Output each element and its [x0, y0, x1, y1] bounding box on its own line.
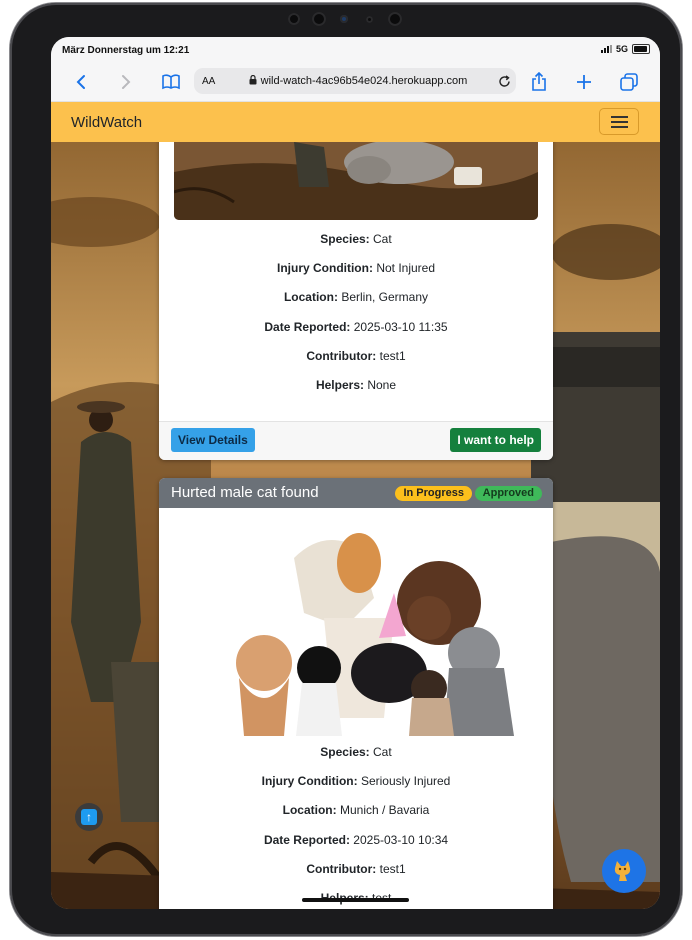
- species-value: Cat: [373, 232, 392, 246]
- report-card: Hurted male cat found In Progress Approv…: [159, 478, 553, 909]
- location-value: Munich / Bavaria: [339, 803, 430, 818]
- signal-icon: [600, 45, 612, 53]
- camera-dot: [288, 13, 300, 25]
- address-bar[interactable]: AA wild-watch-4ac96b54e024.herokuapp.com: [194, 68, 516, 94]
- contributor-label: Contributor:: [306, 348, 377, 363]
- report-details: Species: Cat Injury Condition: Seriously…: [159, 744, 553, 909]
- date-row: Date Reported: 2025-03-10 10:34: [159, 832, 553, 861]
- navbar-brand[interactable]: WildWatch: [71, 114, 142, 131]
- navbar: WildWatch: [51, 102, 660, 142]
- hamburger-icon[interactable]: [599, 108, 639, 135]
- pets-group-illustration: [236, 533, 514, 736]
- chat-button[interactable]: [602, 849, 646, 893]
- status-bar: März Donnerstag um 12:21 5G: [51, 37, 660, 63]
- share-icon[interactable]: [527, 70, 551, 94]
- url-text: wild-watch-4ac96b54e024.herokuapp.com: [224, 74, 492, 87]
- species-label: Species:: [320, 232, 370, 246]
- date-label: Date Reported:: [263, 832, 350, 847]
- arrow-up-icon: ↑: [81, 809, 97, 825]
- helpers-value: None: [367, 377, 397, 392]
- screen: März Donnerstag um 12:21 5G AA wild-watc…: [51, 37, 660, 909]
- location-value: Berlin, Germany: [341, 290, 429, 305]
- contributor-row: Contributor: test1: [159, 348, 553, 377]
- location-row: Location: Berlin, Germany: [159, 289, 553, 318]
- tabs-icon[interactable]: [617, 70, 641, 94]
- date-value: 2025-03-10 10:34: [353, 832, 449, 847]
- report-details: Species: Cat Injury Condition: Not Injur…: [159, 231, 553, 406]
- camera-dot: [366, 16, 373, 23]
- want-to-help-button[interactable]: I want to help: [450, 428, 541, 452]
- date-row: Date Reported: 2025-03-10 11:35: [159, 319, 553, 348]
- camera-lens: [388, 12, 402, 26]
- injury-value: Seriously Injured: [360, 774, 451, 789]
- tablet-frame: März Donnerstag um 12:21 5G AA wild-watc…: [10, 3, 682, 936]
- injury-label: Injury Condition:: [261, 774, 358, 789]
- lock-icon: [249, 74, 257, 85]
- camera-lens: [312, 12, 326, 26]
- view-details-button[interactable]: View Details: [171, 428, 255, 452]
- bookmarks-icon[interactable]: [159, 70, 183, 94]
- battery-icon: [632, 44, 650, 54]
- report-title: Hurted male cat found: [171, 484, 319, 501]
- injury-label: Injury Condition:: [276, 261, 373, 276]
- date-value: 2025-03-10 11:35: [353, 319, 448, 334]
- species-value: Cat: [373, 745, 392, 759]
- species-row: Species: Cat: [159, 231, 553, 260]
- helpers-label: Helpers:: [315, 377, 364, 392]
- contributor-value: test1: [379, 861, 406, 876]
- page-viewport[interactable]: WildWatch Species: Cat Injury Condition:…: [51, 102, 660, 909]
- location-label: Location:: [283, 290, 338, 305]
- home-indicator[interactable]: [302, 898, 409, 902]
- contributor-label: Contributor:: [306, 861, 377, 876]
- text-size-button[interactable]: AA: [202, 76, 224, 87]
- species-label: Species:: [320, 745, 370, 759]
- location-label: Location:: [282, 803, 337, 818]
- forward-icon[interactable]: [114, 70, 138, 94]
- approval-badge: Approved: [474, 486, 542, 501]
- injury-value: Not Injured: [376, 261, 436, 276]
- card-footer: View Details I want to help: [159, 421, 553, 460]
- url-value: wild-watch-4ac96b54e024.herokuapp.com: [260, 75, 468, 87]
- network-label: 5G: [615, 44, 628, 54]
- status-badge: In Progress: [395, 486, 472, 501]
- browser-toolbar: AA wild-watch-4ac96b54e024.herokuapp.com: [51, 63, 660, 102]
- status-indicators: 5G: [600, 44, 650, 54]
- location-row: Location: Munich / Bavaria: [159, 802, 553, 831]
- back-icon[interactable]: [69, 70, 93, 94]
- injury-row: Injury Condition: Seriously Injured: [159, 773, 553, 802]
- injury-row: Injury Condition: Not Injured: [159, 260, 553, 289]
- species-row: Species: Cat: [159, 744, 553, 773]
- contributor-value: test1: [379, 348, 406, 363]
- camera-sensor: [340, 15, 348, 23]
- contributor-row: Contributor: test1: [159, 861, 553, 890]
- new-tab-icon[interactable]: [572, 70, 596, 94]
- status-time: März Donnerstag um 12:21: [62, 45, 190, 56]
- report-image-pets: [174, 518, 538, 736]
- scroll-top-button[interactable]: ↑: [75, 803, 103, 831]
- helpers-row: Helpers: None: [159, 377, 553, 406]
- card-header: Hurted male cat found In Progress Approv…: [159, 478, 553, 508]
- report-card: Species: Cat Injury Condition: Not Injur…: [159, 102, 553, 460]
- cat-icon: [614, 861, 631, 881]
- reload-icon[interactable]: [492, 74, 516, 88]
- date-label: Date Reported:: [264, 319, 351, 334]
